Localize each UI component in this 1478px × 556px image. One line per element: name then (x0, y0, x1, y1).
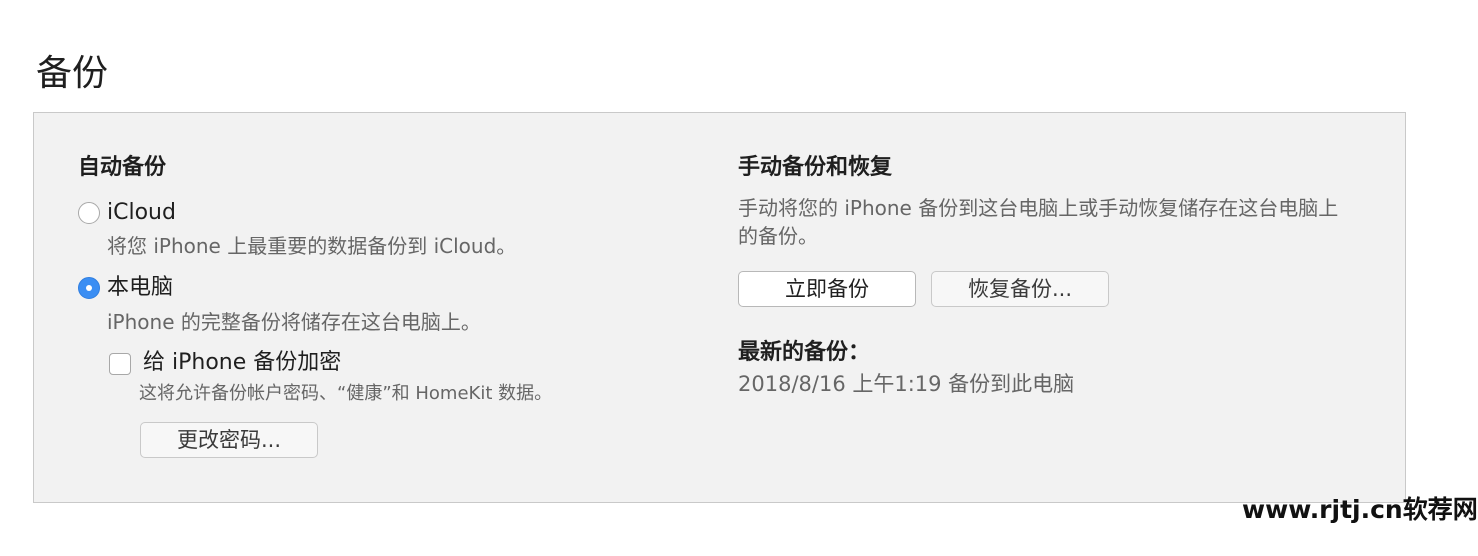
latest-backup-value: 2018/8/16 上午1:19 备份到此电脑 (738, 372, 1075, 396)
backup-panel: 自动备份 iCloud 将您 iPhone 上最重要的数据备份到 iCloud。… (33, 112, 1406, 503)
this-computer-radio[interactable] (78, 277, 100, 299)
encrypt-backup-description: 这将允许备份帐户密码、“健康”和 HomeKit 数据。 (139, 383, 553, 404)
this-computer-description: iPhone 的完整备份将储存在这台电脑上。 (107, 310, 481, 334)
this-computer-label[interactable]: 本电脑 (107, 273, 173, 303)
latest-backup-heading: 最新的备份： (738, 340, 871, 365)
restore-backup-button[interactable]: 恢复备份... (931, 271, 1109, 307)
page-title: 备份 (36, 53, 109, 94)
manual-backup-heading: 手动备份和恢复 (738, 155, 893, 180)
encrypt-backup-checkbox[interactable] (109, 353, 131, 375)
auto-backup-heading: 自动备份 (78, 155, 167, 180)
change-password-button[interactable]: 更改密码... (140, 422, 318, 458)
icloud-description: 将您 iPhone 上最重要的数据备份到 iCloud。 (107, 234, 517, 258)
icloud-radio[interactable] (78, 202, 100, 224)
manual-backup-description: 手动将您的 iPhone 备份到这台电脑上或手动恢复储存在这台电脑上的备份。 (738, 196, 1339, 248)
site-watermark: www.rjtj.cn软荐网 (1242, 495, 1478, 524)
icloud-label[interactable]: iCloud (107, 198, 176, 228)
backup-now-button[interactable]: 立即备份 (738, 271, 916, 307)
backup-page: 备份 自动备份 iCloud 将您 iPhone 上最重要的数据备份到 iClo… (0, 0, 1478, 556)
encrypt-backup-label[interactable]: 给 iPhone 备份加密 (143, 348, 341, 378)
